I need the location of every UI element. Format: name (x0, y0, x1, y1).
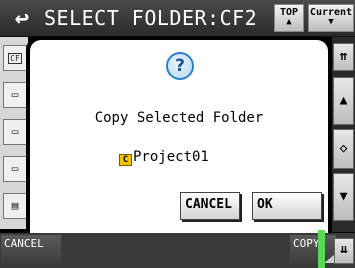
top-arrow-icon: ▲ (286, 17, 292, 27)
footer-cancel-button[interactable]: CANCEL (1, 235, 61, 265)
scroll-bottom-button[interactable]: ⇊ (334, 238, 354, 264)
dialog-message: Copy Selected Folder (94, 110, 264, 126)
dialog-ok-button[interactable]: OK (252, 192, 322, 220)
dialog-body: ? Copy Selected Folder C Project01 CANCEL… (30, 40, 328, 253)
scroll-top-button[interactable]: ⇈ (333, 43, 354, 71)
folder-icon: ▭ (11, 88, 19, 101)
confirm-dialog: ? Copy Selected Folder C Project01 CANCEL… (26, 36, 332, 257)
file-icon: ▤ (11, 199, 19, 212)
folder-icon: ▭ (11, 125, 19, 138)
current-arrow-icon: ▼ (328, 17, 334, 27)
scroll-thumb[interactable]: ◇ (333, 129, 354, 169)
page-title: SELECT FOLDER:CF2 (44, 6, 258, 30)
sidebar-item-card[interactable]: CF (3, 45, 27, 71)
sidebar-item-folder-3[interactable]: ▭ (3, 156, 27, 182)
bottom-bar: CANCEL COPY (0, 233, 355, 268)
sidebar-item-folder-1[interactable]: ▭ (3, 82, 27, 108)
status-lamp (318, 230, 325, 268)
back-icon[interactable]: ↩ (2, 4, 42, 32)
scroll-column: ⇈ ▲ ◇ ▼ (332, 37, 355, 232)
dialog-cancel-button[interactable]: CANCEL (180, 192, 240, 220)
footer-copy-button[interactable]: COPY (290, 235, 336, 265)
selected-folder: C Project01 (119, 149, 209, 167)
footer-copy-label: COPY (293, 237, 320, 250)
title-bar: ↩ SELECT FOLDER:CF2 TOP ▲ Current ▼ (0, 0, 355, 37)
folder-icon: ▭ (11, 162, 19, 175)
current-button[interactable]: Current ▼ (308, 4, 354, 32)
question-icon: ? (166, 52, 194, 80)
top-button[interactable]: TOP ▲ (274, 4, 304, 32)
folder-name: Project01 (133, 149, 209, 165)
folder-list: CF ▭ ▭ ▭ ▤ (0, 37, 28, 229)
scroll-up-button[interactable]: ▲ (333, 77, 354, 125)
sidebar-item-file[interactable]: ▤ (3, 193, 27, 219)
folder-icon: C (119, 154, 132, 166)
sidebar-item-folder-2[interactable]: ▭ (3, 119, 27, 145)
scroll-down-button[interactable]: ▼ (333, 173, 354, 221)
sd-card-icon: CF (8, 53, 22, 64)
corner-indicator-icon (324, 255, 334, 263)
